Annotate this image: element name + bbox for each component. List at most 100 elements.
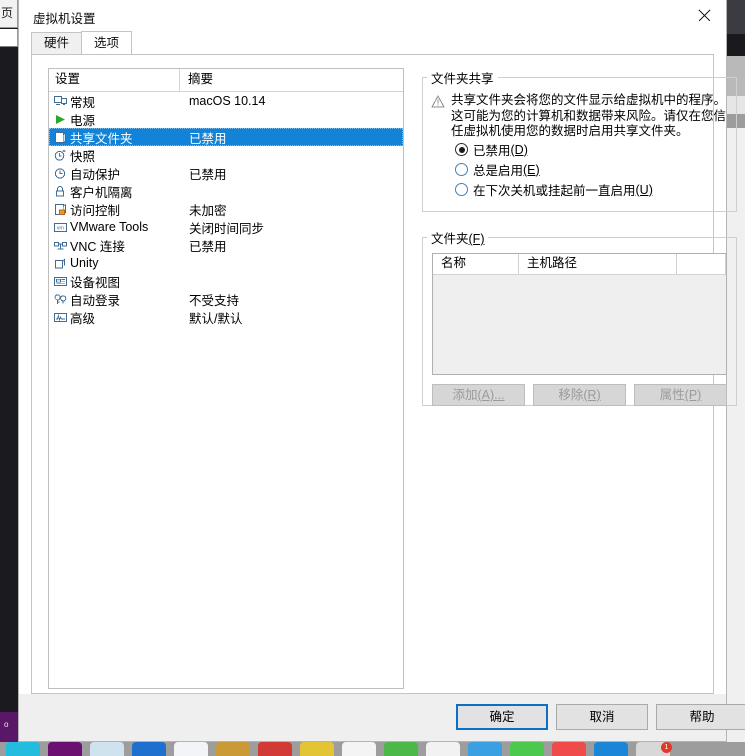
snapshot-clock-icon <box>50 146 70 164</box>
radio-mark-icon <box>455 143 468 156</box>
dock-icon-settings[interactable] <box>426 742 460 756</box>
background-terminal-window[interactable]: o <box>0 712 18 742</box>
power-play-icon <box>50 110 70 128</box>
folders-legend-accel: (F) <box>468 232 485 246</box>
settings-row-label: VNC 连接 <box>70 239 125 254</box>
radio-accel: (D) <box>510 142 528 157</box>
dock-icon-finder[interactable] <box>6 742 40 756</box>
svg-text:vm: vm <box>56 225 64 231</box>
background-terminal-text: o <box>4 720 9 729</box>
add-folder-accel: (A)... <box>477 388 505 402</box>
folder-sharing-warning-text: 共享文件夹会将您的文件显示给虚拟机中的程序。这可能为您的计算机和数据带来风险。请… <box>451 93 727 138</box>
folders-column-spare <box>677 254 726 274</box>
settings-row-device-view[interactable]: 设备视图 <box>49 272 403 290</box>
settings-row-power[interactable]: 电源 <box>49 110 403 128</box>
dock-icon-reminders[interactable] <box>300 742 334 756</box>
settings-row-label: 自动登录 <box>70 293 121 308</box>
settings-row-vnc[interactable]: VNC 连接 已禁用 <box>49 236 403 254</box>
close-icon[interactable] <box>682 0 726 30</box>
folders-group: 文件夹(F) 名称 主机路径 添加(A)... 移除(R) 属性(P) <box>422 228 737 406</box>
dialog-titlebar: 虚拟机设置 <box>19 0 726 32</box>
unity-icon <box>50 254 70 272</box>
dock-icon-messages[interactable] <box>468 742 502 756</box>
settings-row-summary: 不受支持 <box>189 293 240 308</box>
remove-folder-button[interactable]: 移除(R) <box>533 384 626 406</box>
dock-icon-pages[interactable] <box>342 742 376 756</box>
radio-sharing-until-shutdown[interactable]: 在下次关机或挂起前一直启用 (U) <box>455 180 728 200</box>
dock-icon-music[interactable] <box>258 742 292 756</box>
dock-icon-numbers[interactable] <box>384 742 418 756</box>
folder-properties-button[interactable]: 属性(P) <box>634 384 727 406</box>
settings-row-label: 自动保护 <box>70 167 121 182</box>
radio-accel: (U) <box>635 182 653 197</box>
lock-icon <box>50 182 70 200</box>
settings-row-label: 快照 <box>70 149 96 164</box>
dock-icon-appstore[interactable] <box>594 742 628 756</box>
dock-icon-safari[interactable] <box>90 742 124 756</box>
folders-table-body[interactable] <box>433 275 726 374</box>
settings-row-summary: 已禁用 <box>189 167 227 182</box>
settings-list[interactable]: 设置 摘要 常规 macOS 10.14 电源 共享文件夹 已禁用 快照 自动保… <box>48 68 404 689</box>
settings-row-label: 高级 <box>70 311 96 326</box>
add-folder-button[interactable]: 添加(A)... <box>432 384 525 406</box>
folders-table[interactable]: 名称 主机路径 <box>432 253 727 375</box>
folder-properties-accel: (P) <box>684 388 702 402</box>
settings-row-label: 访问控制 <box>70 203 121 218</box>
tab-hardware[interactable]: 硬件 <box>31 32 83 54</box>
radio-label: 在下次关机或挂起前一直启用 <box>473 184 636 198</box>
tab-options[interactable]: 选项 <box>81 31 133 54</box>
settings-row-access-control[interactable]: 访问控制 未加密 <box>49 200 403 218</box>
device-view-icon <box>50 272 70 290</box>
dock-icon-browser[interactable] <box>132 742 166 756</box>
folders-table-header: 名称 主机路径 <box>433 254 726 275</box>
radio-accel: (E) <box>523 162 540 177</box>
background-window-tab[interactable]: 页 <box>0 0 18 28</box>
settings-row-vmware-tools[interactable]: vm VMware Tools 关闭时间同步 <box>49 218 403 236</box>
settings-list-header: 设置 摘要 <box>49 69 403 92</box>
dialog-title: 虚拟机设置 <box>33 12 96 26</box>
advanced-icon <box>50 308 70 326</box>
radio-label: 总是启用 <box>473 164 524 178</box>
add-folder-label: 添加 <box>452 388 478 402</box>
dock-icon-notes[interactable] <box>216 742 250 756</box>
desktop-left-strip <box>0 0 18 742</box>
remove-folder-label: 移除 <box>558 388 584 402</box>
radio-sharing-disabled[interactable]: 已禁用 (D) <box>455 140 728 160</box>
settings-row-auto-logon[interactable]: 自动登录 不受支持 <box>49 290 403 308</box>
settings-row-summary: macOS 10.14 <box>189 94 266 108</box>
dock-badge: 1 <box>661 742 672 753</box>
background-window-body <box>0 29 18 47</box>
settings-row-snapshot[interactable]: 快照 <box>49 146 403 164</box>
folder-sharing-group: 文件夹共享 共享文件夹会将您的文件显示给虚拟机中的程序。这可能为您的计算机和数据… <box>422 68 737 212</box>
folders-legend: 文件夹(F) <box>427 228 488 247</box>
settings-row-autoprotect[interactable]: 自动保护 已禁用 <box>49 164 403 182</box>
settings-row-unity[interactable]: Unity <box>49 254 403 272</box>
macos-dock[interactable]: 1 <box>0 742 745 756</box>
cancel-button[interactable]: 取消 <box>556 704 648 730</box>
dock-icon-photos[interactable] <box>552 742 586 756</box>
settings-row-guest-isolation[interactable]: 客户机隔离 <box>49 182 403 200</box>
folder-sharing-warning: 共享文件夹会将您的文件显示给虚拟机中的程序。这可能为您的计算机和数据带来风险。请… <box>431 93 728 140</box>
dock-icon-mail[interactable] <box>174 742 208 756</box>
settings-row-label: 常规 <box>70 95 96 110</box>
ok-button[interactable]: 确定 <box>456 704 548 730</box>
settings-row-shared-folders[interactable]: 共享文件夹 已禁用 <box>49 128 403 146</box>
help-button[interactable]: 帮助 <box>656 704 745 730</box>
settings-row-label: 电源 <box>70 113 96 128</box>
dialog-footer: 确定 取消 帮助 <box>19 694 745 741</box>
settings-row-summary: 已禁用 <box>189 131 227 146</box>
dock-icon-mailbox[interactable]: 1 <box>636 742 672 756</box>
radio-sharing-always[interactable]: 总是启用 (E) <box>455 160 728 180</box>
vmware-tools-icon: vm <box>50 218 70 236</box>
settings-row-advanced[interactable]: 高级 默认/默认 <box>49 308 403 326</box>
settings-row-summary: 未加密 <box>189 203 227 218</box>
shared-folder-icon <box>50 128 70 146</box>
settings-row-summary: 关闭时间同步 <box>189 221 265 236</box>
access-control-icon <box>50 200 70 218</box>
shared-folders-pane: 文件夹共享 共享文件夹会将您的文件显示给虚拟机中的程序。这可能为您的计算机和数据… <box>422 68 737 406</box>
settings-row-label: Unity <box>70 256 99 270</box>
settings-row-general[interactable]: 常规 macOS 10.14 <box>49 92 403 110</box>
dock-icon-launchpad[interactable] <box>48 742 82 756</box>
settings-row-label: VMware Tools <box>70 220 149 234</box>
dock-icon-facetime[interactable] <box>510 742 544 756</box>
